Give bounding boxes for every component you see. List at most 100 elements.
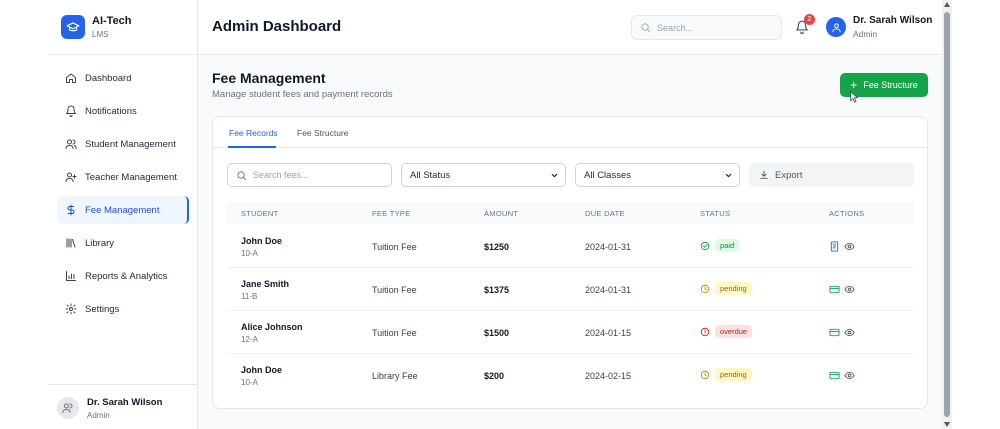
due-date: 2024-01-31 [585,285,632,295]
class-filter-select[interactable]: All Classes [575,163,740,187]
brand-subtitle: LMS [92,30,109,39]
sidebar-user[interactable]: Dr. Sarah Wilson Admin [49,384,197,429]
fee-amount: $200 [484,371,505,381]
page-scrollbar[interactable] [942,0,952,429]
table-row: John Doe 10-A Tuition Fee $1250 2024-01-… [227,225,914,268]
clock-icon [700,284,710,293]
user-plus-icon [65,172,77,182]
credit-card-icon[interactable] [829,370,840,381]
sidebar-item-dashboard[interactable]: Dashboard [57,64,189,92]
export-label: Export [775,169,803,181]
bar-chart-icon [66,271,76,281]
due-date: 2024-01-31 [585,242,632,252]
row-actions [829,327,859,338]
app-window: AI-Tech LMS Dashboard Notifications Stud… [49,0,942,429]
status-badge: overdue [715,325,753,338]
credit-card-icon[interactable] [829,284,840,295]
sidebar-item-label: Teacher Management [85,171,177,183]
page-header-title: Admin Dashboard [212,18,342,35]
eye-icon[interactable] [844,241,855,252]
fee-type: Library Fee [372,371,418,381]
sidebar-item-label: Library [85,237,115,249]
scrollbar-thumb[interactable] [944,12,950,417]
receipt-icon[interactable] [829,241,840,252]
eye-icon[interactable] [844,327,855,338]
top-header: Admin Dashboard Search... 2 Dr. Sarah Wi… [198,0,942,55]
student-class: 10-A [241,378,258,387]
users-icon [65,139,77,149]
fee-type: Tuition Fee [372,328,417,338]
table-row: John Doe 10-A Library Fee $200 2024-02-1… [227,354,914,397]
student-name: Alice Johnson [241,322,303,332]
class-filter-value: All Classes [584,169,631,181]
fee-amount: $1250 [484,242,510,252]
fee-type: Tuition Fee [372,285,417,295]
search-placeholder: Search... [657,22,694,33]
sidebar-item-reports[interactable]: Reports & Analytics [57,262,189,290]
fee-amount: $1375 [484,285,510,295]
row-actions [829,370,859,381]
status-cell: paid [700,239,740,252]
notification-count-badge: 2 [804,14,815,25]
eye-icon[interactable] [844,370,855,381]
global-search-input[interactable]: Search... [631,15,782,40]
status-badge: paid [715,239,740,252]
download-icon [760,170,768,179]
sidebar-item-label: Fee Management [85,204,160,216]
sidebar-item-label: Notifications [85,105,137,117]
brand: AI-Tech LMS [49,0,197,55]
fee-search-input[interactable]: Search fees... [227,163,392,187]
header-user-name: Dr. Sarah Wilson [853,15,933,26]
page-title: Fee Management [212,70,326,86]
row-actions [829,284,859,295]
sidebar-item-library[interactable]: Library [57,229,189,257]
table-header: STUDENT FEE TYPE AMOUNT DUE DATE STATUS … [227,202,914,224]
due-date: 2024-02-15 [585,371,632,381]
user-avatar-icon [57,397,79,419]
column-header-fee-type: FEE TYPE [372,209,411,218]
sidebar-nav: Dashboard Notifications Student Manageme… [57,64,189,328]
plus-icon: + [850,78,858,92]
status-cell: pending [700,282,752,295]
status-filter-select[interactable]: All Status [401,163,566,187]
fee-search-placeholder: Search fees... [253,170,309,180]
student-name: John Doe [241,236,283,246]
scroll-down-arrow-icon[interactable] [944,422,950,427]
bell-icon [66,105,76,117]
sidebar-item-label: Dashboard [85,72,132,84]
status-badge: pending [715,368,752,381]
column-header-actions: ACTIONS [829,209,865,218]
sidebar-item-teacher-management[interactable]: Teacher Management [57,163,189,191]
header-avatar-icon[interactable] [826,17,846,37]
gear-icon [65,303,77,315]
sidebar: AI-Tech LMS Dashboard Notifications Stud… [49,0,198,429]
sidebar-item-label: Settings [85,303,120,315]
check-circle-icon [700,241,710,250]
tab-fee-structure[interactable]: Fee Structure [297,128,349,138]
active-tab-indicator [228,146,276,148]
eye-icon[interactable] [844,284,855,295]
tab-fee-records[interactable]: Fee Records [229,128,278,138]
scroll-up-arrow-icon[interactable] [944,2,950,7]
sidebar-item-label: Student Management [85,138,176,150]
graduation-cap-icon [61,15,85,39]
sidebar-user-role: Admin [87,411,110,420]
sidebar-item-settings[interactable]: Settings [57,295,189,323]
add-fee-structure-label: Fee Structure [863,80,918,90]
tab-bar: Fee Records Fee Structure [213,117,927,148]
sidebar-item-fee-management[interactable]: Fee Management [57,196,189,224]
column-header-due-date: DUE DATE [585,209,625,218]
clock-icon [700,370,710,379]
status-filter-value: All Status [410,169,451,181]
status-cell: pending [700,368,752,381]
home-icon [66,73,76,83]
status-cell: overdue [700,325,753,338]
sidebar-item-notifications[interactable]: Notifications [57,97,189,125]
table-row: Alice Johnson 12-A Tuition Fee $1500 202… [227,311,914,354]
credit-card-icon[interactable] [829,327,840,338]
search-icon [237,170,247,180]
alert-circle-icon [700,327,710,336]
sidebar-item-student-management[interactable]: Student Management [57,130,189,158]
export-button[interactable]: Export [749,163,914,187]
chevron-down-icon [725,173,732,178]
